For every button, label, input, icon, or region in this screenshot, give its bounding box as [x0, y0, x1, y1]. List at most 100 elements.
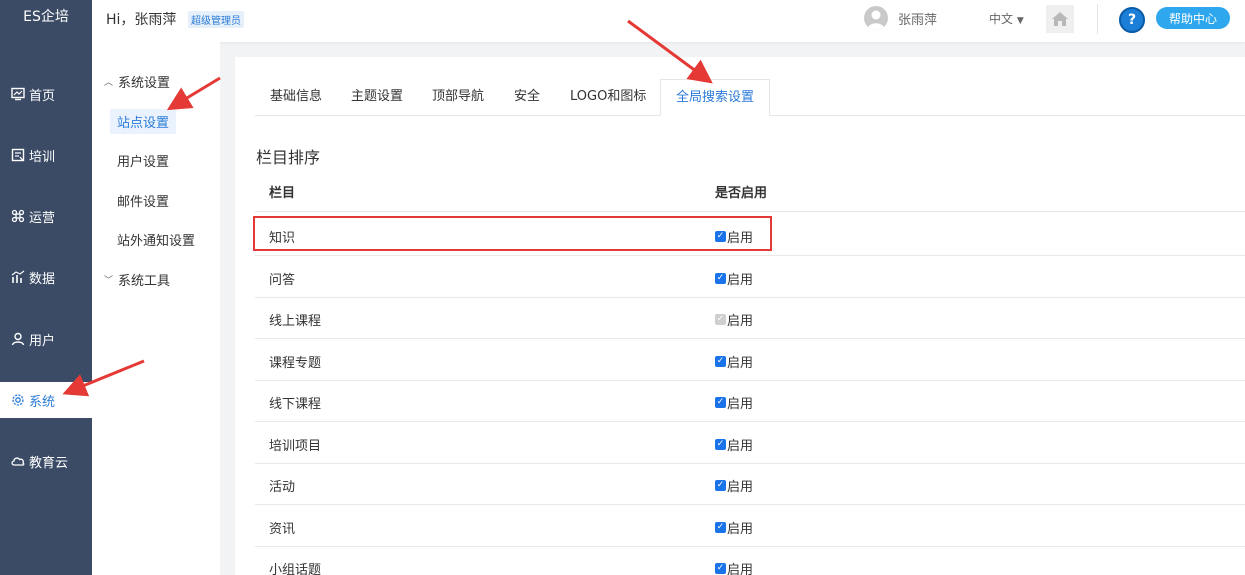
enable-checkbox[interactable]: ✓ 启用 — [715, 559, 753, 575]
submenu-item-mail-settings[interactable]: 邮件设置 — [110, 188, 176, 213]
nav-item-training[interactable]: 培训 — [0, 137, 92, 173]
checkmark-icon: ✓ — [715, 521, 726, 533]
enable-label: 启用 — [727, 438, 754, 454]
enable-checkbox[interactable]: ✓ 启用 — [715, 352, 753, 371]
enable-checkbox[interactable]: ✓ 启用 — [715, 269, 753, 288]
user-icon — [10, 331, 26, 347]
nav-label: 数据 — [29, 271, 56, 287]
nav-label: 教育云 — [29, 455, 69, 471]
enable-label: 启用 — [727, 521, 754, 537]
table-row: 问答 ✓ 启用 — [255, 257, 1245, 298]
enable-checkbox[interactable]: ✓ 启用 — [715, 435, 753, 454]
greeting: Hi，张雨萍 — [106, 12, 177, 28]
system-submenu: ︿ 系统设置 站点设置 用户设置 邮件设置 站外通知设置 ﹀ 系统工具 — [92, 42, 220, 575]
row-name: 资讯 — [269, 521, 296, 537]
nav-item-data[interactable]: 数据 — [0, 259, 92, 295]
checkmark-icon: ✓ — [715, 480, 726, 491]
tab-logo-icon[interactable]: LOGO和图标 — [555, 79, 661, 116]
row-name: 小组话题 — [269, 563, 322, 575]
username[interactable]: 张雨萍 — [898, 9, 937, 28]
nav-label: 首页 — [29, 88, 56, 104]
submenu-group-label: 系统设置 — [118, 76, 171, 91]
row-name: 问答 — [269, 272, 296, 288]
chevron-down-icon: ﹀ — [104, 276, 114, 286]
command-icon — [10, 208, 26, 224]
table-header: 栏目 是否启用 — [255, 172, 1245, 212]
submenu-group-system-settings[interactable]: ︿ 系统设置 — [104, 72, 170, 91]
table-row: 资讯 ✓ 启用 — [255, 506, 1245, 547]
nav-label: 系统 — [29, 394, 56, 410]
enable-label: 启用 — [727, 272, 754, 288]
header-divider — [1097, 4, 1098, 34]
checkmark-icon: ✓ — [715, 563, 726, 574]
section-title: 栏目排序 — [256, 148, 321, 167]
language-selector[interactable]: 中文 ▼ — [989, 10, 1024, 27]
nav-item-edu-cloud[interactable]: 教育云 — [0, 443, 92, 479]
enable-label: 启用 — [727, 314, 754, 329]
nav-item-system[interactable]: 系统 — [0, 382, 92, 418]
help-center-button[interactable]: 帮助中心 — [1156, 7, 1230, 29]
submenu-item-user-settings[interactable]: 用户设置 — [110, 148, 176, 173]
nav-label: 培训 — [29, 149, 56, 165]
submenu-group-label: 系统工具 — [118, 274, 171, 289]
caret-down-icon: ▼ — [1016, 16, 1024, 26]
cloud-icon — [10, 453, 26, 469]
column-header-name: 栏目 — [269, 186, 296, 201]
submenu-item-site-settings[interactable]: 站点设置 — [110, 109, 177, 134]
chevron-up-icon: ︿ — [104, 78, 114, 88]
checkmark-icon: ✓ — [715, 397, 726, 408]
table-row: 线上课程 ✓ 启用 — [255, 298, 1245, 339]
row-name: 活动 — [269, 480, 296, 495]
dashboard-icon — [10, 86, 26, 102]
chart-icon — [10, 269, 26, 285]
settings-tabs: 基础信息 主题设置 顶部导航 安全 LOGO和图标 全局搜索设置 — [255, 79, 1245, 116]
role-badge: 超级管理员 — [188, 11, 244, 28]
row-name: 线上课程 — [269, 314, 322, 329]
left-nav: ES企培 首页 培训 运营 数据 用户 系统 教育云 — [0, 0, 92, 575]
table-row: 小组话题 ✓ 启用 — [255, 547, 1245, 575]
submenu-group-system-tools[interactable]: ﹀ 系统工具 — [104, 270, 170, 289]
table-row: 活动 ✓ 启用 — [255, 464, 1245, 505]
tab-security[interactable]: 安全 — [499, 79, 555, 116]
brand-logo[interactable]: ES企培 — [0, 0, 92, 36]
main-content: 基础信息 主题设置 顶部导航 安全 LOGO和图标 全局搜索设置 栏目排序 栏目… — [235, 57, 1245, 575]
highlight-box — [253, 216, 772, 251]
home-button[interactable] — [1046, 5, 1074, 33]
enable-checkbox[interactable]: ✓ 启用 — [715, 393, 753, 412]
tab-theme[interactable]: 主题设置 — [336, 79, 418, 116]
top-header: Hi，张雨萍 超级管理员 张雨萍 中文 ▼ ? 帮助中心 — [92, 0, 1245, 42]
language-label: 中文 — [989, 12, 1014, 26]
nav-label: 运营 — [29, 210, 56, 226]
checkmark-icon: ✓ — [715, 314, 726, 325]
checkmark-icon: ✓ — [715, 272, 726, 284]
submenu-item-external-notify[interactable]: 站外通知设置 — [110, 227, 202, 252]
enable-label: 启用 — [727, 563, 754, 575]
enable-checkbox[interactable]: ✓ 启用 — [715, 518, 753, 537]
tab-top-nav[interactable]: 顶部导航 — [417, 79, 499, 116]
row-name: 课程专题 — [269, 355, 322, 371]
question-icon[interactable]: ? — [1119, 7, 1145, 33]
book-icon — [10, 147, 26, 163]
tab-basic-info[interactable]: 基础信息 — [255, 79, 337, 116]
row-name: 培训项目 — [269, 438, 322, 454]
enable-checkbox[interactable]: ✓ 启用 — [715, 476, 753, 495]
column-header-enabled: 是否启用 — [715, 186, 768, 201]
nav-item-operations[interactable]: 运营 — [0, 198, 92, 234]
enable-label: 启用 — [727, 397, 754, 412]
table-row: 培训项目 ✓ 启用 — [255, 423, 1245, 464]
enable-checkbox: ✓ 启用 — [715, 310, 753, 329]
checkmark-icon: ✓ — [715, 355, 726, 367]
enable-label: 启用 — [727, 355, 754, 371]
table-row: 线下课程 ✓ 启用 — [255, 381, 1245, 422]
nav-item-users[interactable]: 用户 — [0, 321, 92, 357]
checkmark-icon: ✓ — [715, 438, 726, 450]
nav-label: 用户 — [29, 333, 56, 349]
nav-item-home[interactable]: 首页 — [0, 76, 92, 112]
gear-icon — [10, 392, 26, 408]
row-name: 线下课程 — [269, 397, 322, 412]
home-icon — [1052, 12, 1068, 26]
enable-label: 启用 — [727, 480, 754, 495]
tab-global-search[interactable]: 全局搜索设置 — [660, 79, 771, 116]
avatar[interactable] — [864, 6, 888, 30]
table-row: 课程专题 ✓ 启用 — [255, 340, 1245, 381]
